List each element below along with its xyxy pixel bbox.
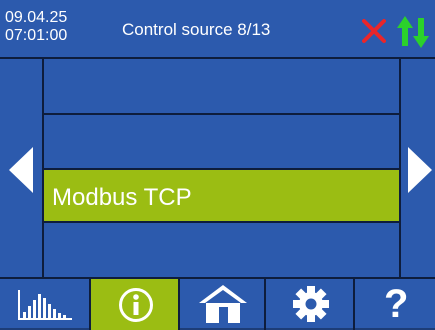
bar-chart-icon (18, 290, 72, 320)
header-bar: 09.04.25 07:01:00 Control source 8/13 (0, 0, 435, 59)
page-title: Control source 8/13 (122, 20, 271, 39)
info-icon (119, 288, 153, 322)
transfer-arrows-icon (397, 16, 429, 48)
list-item-label: Modbus TCP (52, 184, 192, 211)
error-x-icon (362, 19, 386, 43)
time-label: 07:01:00 (5, 27, 68, 44)
tab-info[interactable] (91, 279, 180, 330)
triangle-left-icon (9, 147, 33, 193)
list-item[interactable] (44, 223, 399, 277)
datetime: 09.04.25 07:01:00 (5, 9, 67, 45)
tab-home[interactable] (180, 279, 266, 330)
triangle-right-icon (408, 147, 432, 193)
screen: 09.04.25 07:01:00 Control source 8/13 Mo… (0, 0, 435, 330)
date-label: 09.04.25 (5, 9, 68, 26)
prev-button[interactable] (0, 59, 44, 277)
tab-settings[interactable] (266, 279, 355, 330)
list-item[interactable] (44, 115, 399, 170)
help-icon: ? (384, 282, 409, 326)
next-button[interactable] (399, 59, 435, 277)
list-item[interactable] (44, 59, 399, 115)
option-list: Modbus TCP (44, 59, 399, 277)
gear-icon (293, 286, 329, 322)
tab-statistics[interactable] (0, 279, 91, 330)
list-item-selected[interactable]: Modbus TCP (44, 170, 399, 223)
bottom-tab-bar: ? (0, 277, 435, 330)
home-icon (199, 285, 247, 323)
tab-help[interactable]: ? (355, 279, 435, 330)
